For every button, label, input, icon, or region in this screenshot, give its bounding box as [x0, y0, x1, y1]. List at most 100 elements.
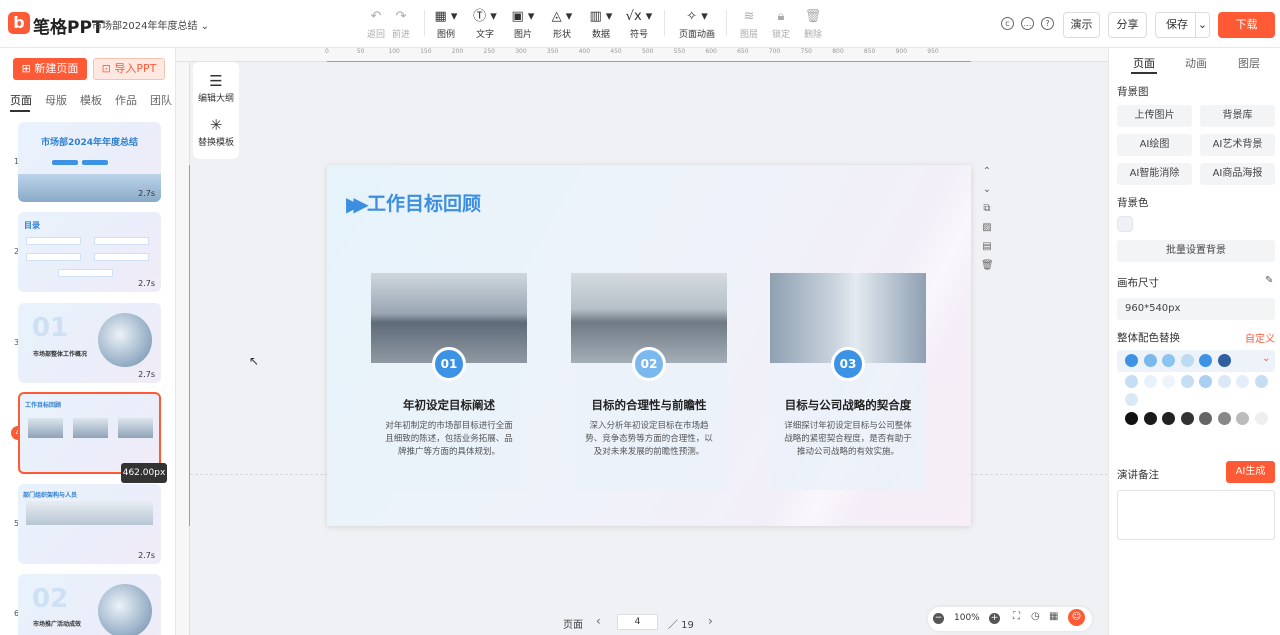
palette-swatch[interactable]: [1162, 375, 1175, 388]
share-button[interactable]: 分享: [1108, 12, 1147, 38]
redo-button[interactable]: ↷ 前进: [381, 8, 421, 42]
tab-animation[interactable]: 动画: [1185, 55, 1207, 71]
slide-title[interactable]: 工作目标回顾: [367, 189, 481, 216]
tab-templates[interactable]: 模板: [80, 92, 102, 108]
palette-swatch[interactable]: [1254, 375, 1268, 388]
background-library-button[interactable]: 背景库: [1200, 105, 1275, 127]
palette-swatch[interactable]: [1236, 375, 1249, 388]
slide-thumbnail-6[interactable]: 02 市场推广活动成效: [18, 574, 161, 635]
chart-button[interactable]: ▦ ▾ 图例: [426, 8, 466, 42]
move-down-icon[interactable]: ⌄: [981, 184, 993, 195]
page-animation-button[interactable]: ✧ ▾ 页面动画: [676, 8, 718, 42]
assistant-icon[interactable]: ☺: [1068, 609, 1085, 626]
image-icon[interactable]: ▨: [981, 222, 993, 233]
palette-swatch[interactable]: [1162, 354, 1175, 367]
download-button[interactable]: 下载: [1218, 12, 1275, 38]
palette-swatch[interactable]: [1143, 412, 1157, 425]
speaker-notes-input[interactable]: [1117, 490, 1275, 540]
slide-thumbnail-5[interactable]: 部门组织架构与人员 2.7s: [18, 484, 161, 564]
new-page-button[interactable]: ⊞ 新建页面: [13, 58, 87, 80]
goal-card-2[interactable]: 02 目标的合理性与前瞻性 深入分析年初设定目标在市场趋势、竞争态势等方面的合理…: [571, 273, 727, 490]
goal-card-3[interactable]: 03 目标与公司战略的契合度 详细探讨年初设定目标与公司整体战略的紧密契合程度，…: [770, 273, 926, 490]
page-number-input[interactable]: 4: [617, 614, 658, 630]
edit-icon[interactable]: ✎: [1265, 275, 1273, 286]
palette-swatch[interactable]: [1180, 375, 1194, 388]
palette-custom-link[interactable]: 自定义: [1245, 330, 1275, 345]
palette-swatch[interactable]: [1162, 412, 1175, 425]
ai-draw-button[interactable]: AI绘图: [1117, 134, 1192, 156]
chevron-down-icon[interactable]: ⌄: [1195, 13, 1209, 37]
prev-page-button[interactable]: ‹: [596, 614, 601, 628]
palette-swatch[interactable]: [1199, 354, 1212, 367]
ruler-vertical[interactable]: [176, 62, 190, 635]
palette-swatch[interactable]: [1236, 412, 1249, 425]
document-title[interactable]: 市场部2024年年度总结 ⌄: [92, 17, 209, 32]
data-button[interactable]: ▥ ▾ 数据: [581, 8, 621, 42]
palette-swatch[interactable]: [1125, 375, 1138, 388]
comment-icon[interactable]: …: [1021, 17, 1034, 30]
ai-generate-button[interactable]: AI生成: [1226, 461, 1275, 483]
palette-swatch[interactable]: [1143, 375, 1157, 388]
batch-background-button[interactable]: 批量设置背景: [1117, 240, 1275, 262]
tab-layers[interactable]: 图层: [1238, 55, 1260, 71]
replace-template-button[interactable]: ✳ 替换模板: [193, 115, 239, 148]
new-page-icon: ⊞: [21, 62, 35, 75]
trash-icon[interactable]: 🗑︎: [981, 260, 994, 271]
zoom-in-button[interactable]: +: [989, 613, 1000, 624]
tab-pages[interactable]: 页面: [10, 92, 32, 108]
palette-swatch[interactable]: [1254, 412, 1268, 425]
palette-selected-row[interactable]: [1117, 350, 1275, 372]
ai-product-poster-button[interactable]: AI商品海报: [1200, 163, 1275, 185]
palette-swatch[interactable]: [1217, 412, 1231, 425]
save-icon[interactable]: ▤: [981, 241, 993, 252]
text-button[interactable]: Ⓣ ▾ 文字: [465, 8, 505, 42]
palette-swatch[interactable]: [1125, 393, 1138, 406]
symbol-button[interactable]: √x ▾ 符号: [619, 8, 659, 42]
slide-canvas[interactable]: ▶▶ 工作目标回顾 01 年初设定目标阐述 对年初制定的市场部目标进行全面且细致…: [327, 165, 971, 526]
zoom-out-button[interactable]: −: [933, 613, 944, 624]
palette-swatch[interactable]: [1217, 354, 1231, 367]
edit-outline-button[interactable]: ☰ 编辑大纲: [193, 71, 239, 104]
goal-card-1[interactable]: 01 年初设定目标阐述 对年初制定的市场部目标进行全面且细致的陈述，包括业务拓展…: [371, 273, 527, 490]
ai-art-background-button[interactable]: AI艺术背景: [1200, 134, 1275, 156]
import-ppt-button[interactable]: ⊡ 导入PPT: [93, 58, 165, 80]
grid-icon[interactable]: ▦: [1049, 611, 1058, 622]
canvas-size-field[interactable]: 960*540px: [1117, 298, 1275, 320]
copyright-icon[interactable]: c: [1001, 17, 1014, 30]
fit-screen-icon[interactable]: ⛶: [1013, 611, 1020, 622]
palette-swatch[interactable]: [1199, 412, 1212, 425]
ai-erase-button[interactable]: AI智能消除: [1117, 163, 1192, 185]
palette-swatch[interactable]: [1180, 412, 1194, 425]
copy-icon[interactable]: ⧉: [981, 203, 993, 214]
palette-swatch[interactable]: [1143, 354, 1157, 367]
help-icon[interactable]: ?: [1041, 17, 1054, 30]
present-button[interactable]: 演示: [1063, 12, 1100, 38]
zoom-level[interactable]: 100%: [954, 613, 980, 623]
canvas-size-label: 画布尺寸: [1117, 277, 1159, 289]
palette-swatch[interactable]: [1180, 354, 1194, 367]
slide-thumbnail-3[interactable]: 01 市场部整体工作概况 2.7s: [18, 303, 161, 383]
delete-button[interactable]: 🗑︎ 删除: [793, 8, 833, 42]
palette-swatch[interactable]: [1217, 375, 1231, 388]
tab-page[interactable]: 页面: [1133, 55, 1155, 71]
background-color-swatch[interactable]: [1117, 216, 1133, 232]
slide-thumbnail-1[interactable]: 市场部2024年年度总结 2.7s: [18, 122, 161, 202]
tab-works[interactable]: 作品: [115, 92, 137, 108]
cursor-icon: ↖: [249, 354, 260, 368]
tab-masters[interactable]: 母版: [45, 92, 67, 108]
history-icon[interactable]: ◷: [1031, 611, 1040, 622]
palette-swatch[interactable]: [1125, 354, 1138, 367]
palette-swatch[interactable]: [1125, 412, 1138, 425]
image-button[interactable]: ▣ ▾ 图片: [503, 8, 543, 42]
upload-image-button[interactable]: 上传图片: [1117, 105, 1192, 127]
shape-button[interactable]: ◬ ▾ 形状: [542, 8, 582, 42]
ruler-tick-label: 50: [356, 48, 365, 55]
tab-team[interactable]: 团队: [150, 92, 172, 108]
move-up-icon[interactable]: ⌃: [981, 166, 993, 177]
next-page-button[interactable]: ›: [708, 614, 713, 628]
slide-thumbnail-2[interactable]: 目录 2.7s: [18, 212, 161, 292]
palette-swatch[interactable]: [1199, 375, 1212, 388]
save-button[interactable]: 保存 ⌄: [1155, 12, 1210, 38]
slide-thumbnail-4[interactable]: 工作目标回顾: [18, 392, 161, 474]
chevron-down-icon[interactable]: ⌄: [1262, 353, 1270, 364]
